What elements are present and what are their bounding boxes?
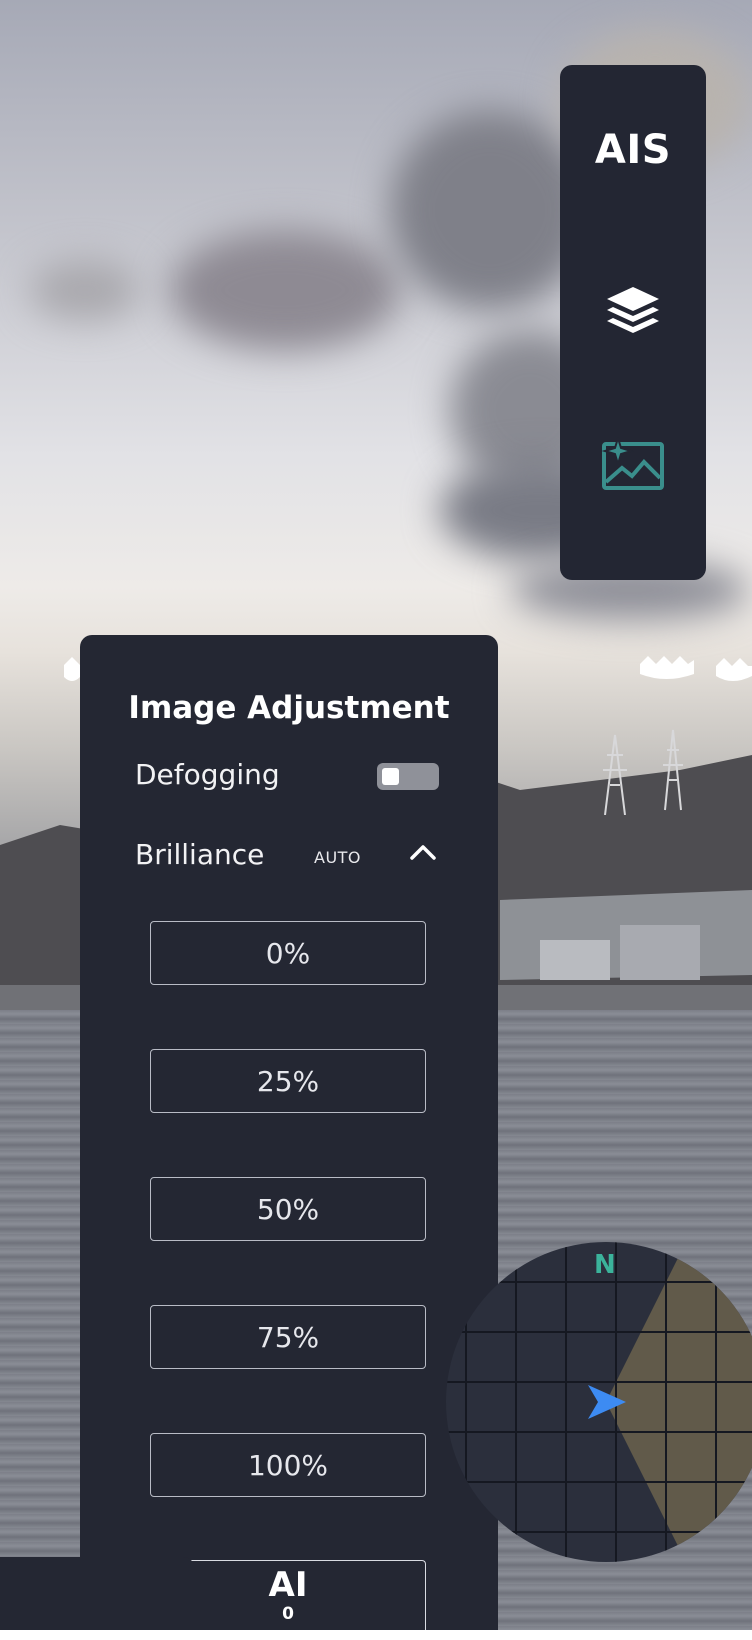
- ais-button[interactable]: AIS: [595, 127, 671, 173]
- brilliance-mode: AUTO: [314, 848, 362, 867]
- ship-icon: [716, 658, 752, 681]
- image-adjustment-panel: Image Adjustment Defogging Brilliance AU…: [80, 635, 498, 1630]
- field-of-view: [606, 1242, 752, 1562]
- ai-label: AI: [268, 1565, 308, 1605]
- bottom-edge: [0, 1630, 752, 1640]
- panel-title: Image Adjustment: [128, 690, 450, 726]
- defogging-label: Defogging: [135, 758, 280, 791]
- brilliance-label: Brilliance: [135, 838, 265, 871]
- ai-count: 0: [282, 1604, 294, 1624]
- brilliance-option-75[interactable]: 75%: [150, 1305, 426, 1369]
- toggle-knob: [382, 768, 399, 785]
- north-label: N: [594, 1250, 616, 1280]
- defogging-toggle[interactable]: [377, 763, 439, 790]
- compass-radar[interactable]: N: [446, 1242, 752, 1562]
- chevron-up-icon[interactable]: [408, 838, 438, 868]
- compass-grid: [446, 1242, 752, 1562]
- ship-icon: [640, 656, 694, 679]
- image-enhance-icon[interactable]: [600, 436, 666, 492]
- brilliance-option-100[interactable]: 100%: [150, 1433, 426, 1497]
- layers-icon[interactable]: [603, 281, 663, 341]
- power-pylons: [603, 729, 683, 815]
- bottom-bar: [0, 1557, 195, 1630]
- cloud: [30, 260, 140, 320]
- brilliance-option-50[interactable]: 50%: [150, 1177, 426, 1241]
- side-toolbar: AIS: [560, 65, 706, 580]
- brilliance-option-25[interactable]: 25%: [150, 1049, 426, 1113]
- cloud: [170, 230, 400, 350]
- brilliance-option-0[interactable]: 0%: [150, 921, 426, 985]
